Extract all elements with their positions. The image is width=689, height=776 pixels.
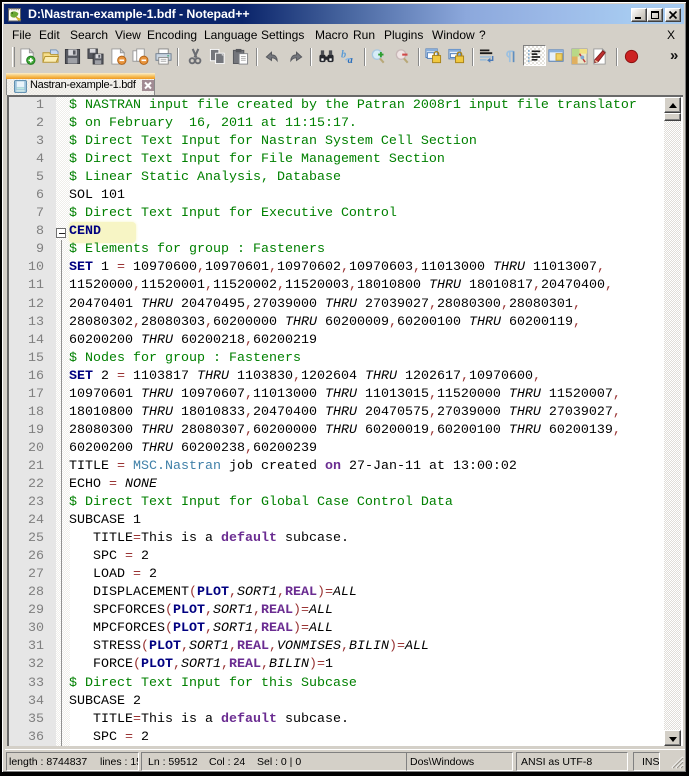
svg-text:a: a — [347, 55, 352, 65]
svg-text:b: b — [341, 49, 346, 60]
